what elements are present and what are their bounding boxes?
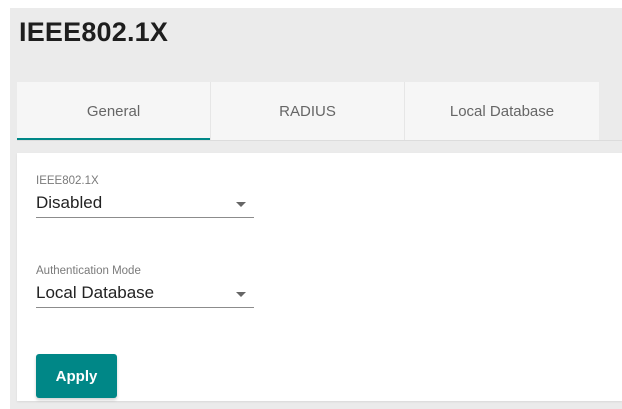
chevron-down-icon bbox=[236, 292, 246, 297]
settings-card: IEEE802.1X Disabled Authentication Mode … bbox=[17, 153, 622, 401]
tab-bar: General RADIUS Local Database bbox=[17, 82, 599, 140]
tab-general-label: General bbox=[86, 102, 141, 120]
apply-button[interactable]: Apply bbox=[36, 354, 117, 398]
tab-radius-label: RADIUS bbox=[279, 102, 336, 120]
page-title: IEEE802.1X bbox=[19, 17, 169, 47]
authentication-mode-field: Authentication Mode Local Database bbox=[36, 263, 254, 308]
tab-local-database[interactable]: Local Database bbox=[405, 82, 599, 140]
tab-radius[interactable]: RADIUS bbox=[211, 82, 405, 140]
authentication-mode-select[interactable]: Local Database bbox=[36, 279, 254, 308]
ieee8021x-field: IEEE802.1X Disabled bbox=[36, 173, 254, 218]
authentication-mode-label: Authentication Mode bbox=[36, 265, 141, 277]
ieee8021x-label: IEEE802.1X bbox=[36, 175, 99, 187]
ieee8021x-select[interactable]: Disabled bbox=[36, 189, 254, 218]
chevron-down-icon bbox=[236, 202, 246, 207]
tab-general[interactable]: General bbox=[17, 82, 211, 140]
tab-divider bbox=[17, 140, 622, 141]
tab-local-database-label: Local Database bbox=[449, 102, 555, 120]
authentication-mode-value: Local Database bbox=[36, 283, 155, 302]
ieee8021x-value: Disabled bbox=[36, 193, 103, 212]
